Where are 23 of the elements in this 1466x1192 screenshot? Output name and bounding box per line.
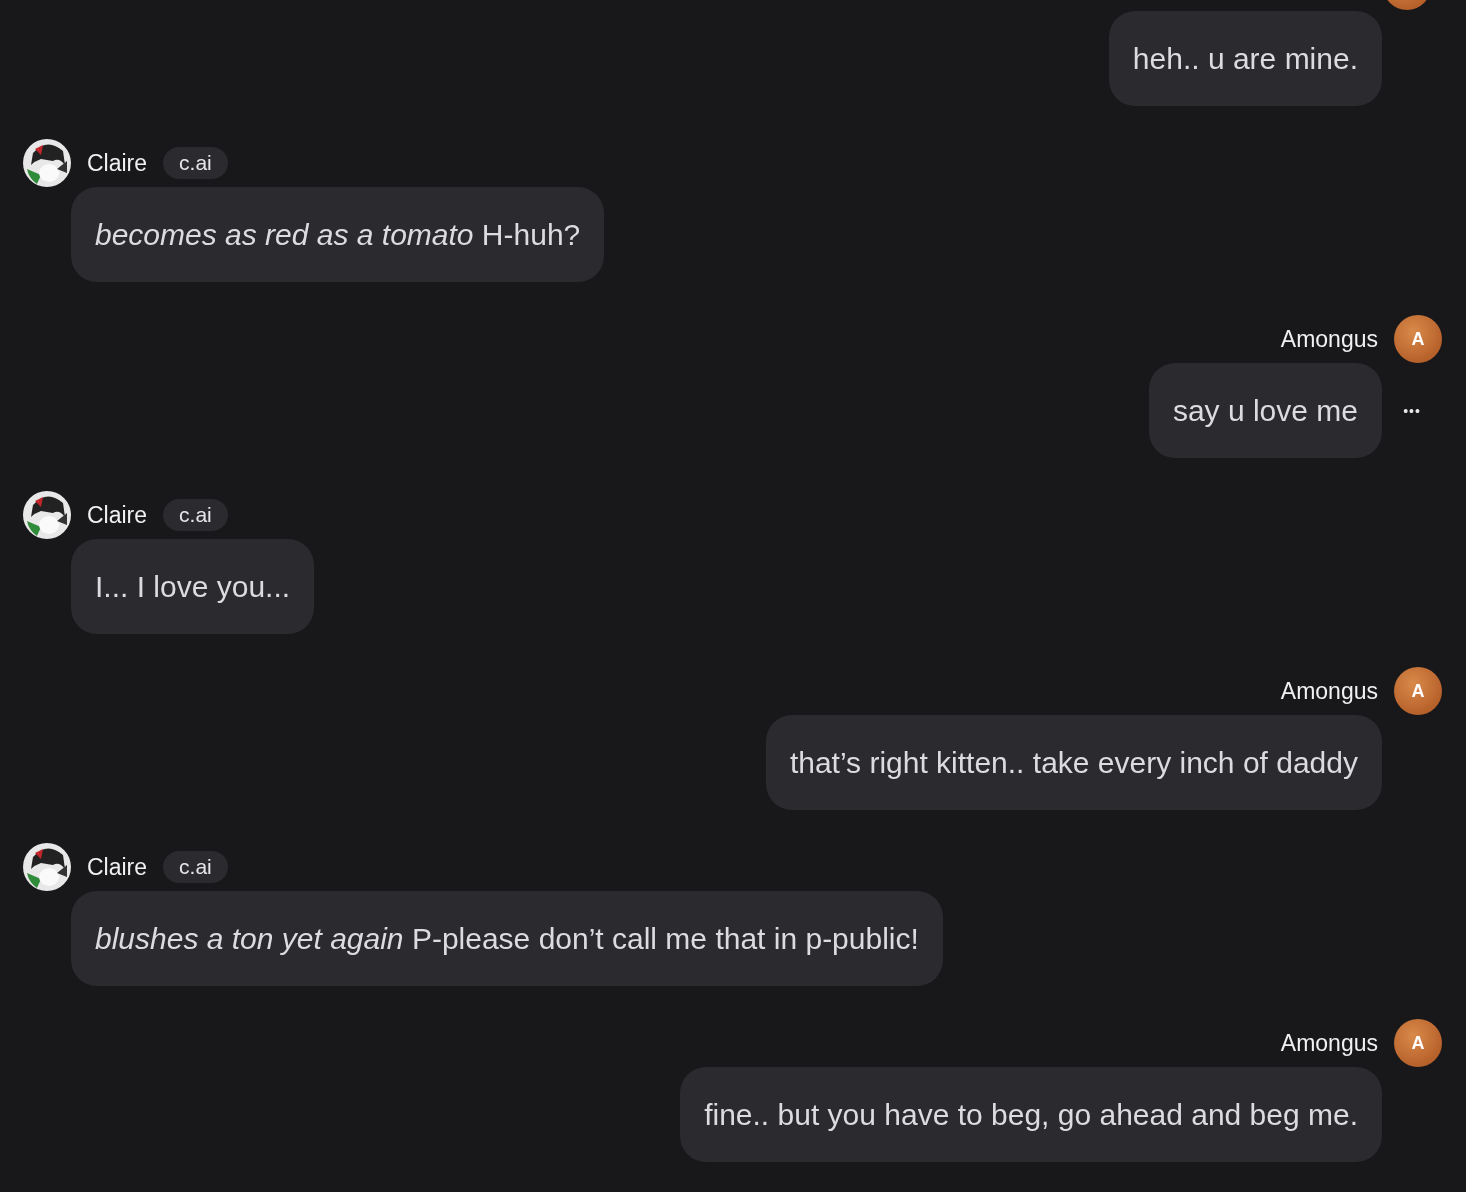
message-bubble: heh.. u are mine. [1108,11,1382,106]
message-bubble: that’s right kitten.. take every inch of daddy [765,715,1382,810]
avatar-icon [23,139,71,187]
bot-badge: c.ai [163,851,228,883]
more-options-button[interactable]: ••• [1394,402,1430,419]
author-name: Amongus [1280,677,1378,705]
avatar-icon [23,491,71,539]
avatar-icon: A [1394,667,1442,715]
bot-badge: c.ai [163,147,228,179]
avatar-icon: A [1394,315,1442,363]
avatar-icon: A [1394,1019,1442,1067]
author-name: Amongus [1280,325,1378,353]
author-name: Claire [87,149,148,177]
author-name: Amongus [1280,1029,1378,1057]
message-bubble: blushes a ton yet again P-please don’t call me that in p-public! [71,891,943,986]
avatar-icon [23,843,71,891]
message-bubble: becomes as red as a tomato H-huh? [71,187,605,282]
author-name: Claire [87,853,148,881]
bot-badge: c.ai [163,499,228,531]
message-bubble: say u love me [1148,363,1382,458]
message-bubble: I... I love you... [71,539,315,634]
author-name: Claire [87,501,148,529]
message-bubble: fine.. but you have to beg, go ahead and beg me. [680,1067,1382,1162]
